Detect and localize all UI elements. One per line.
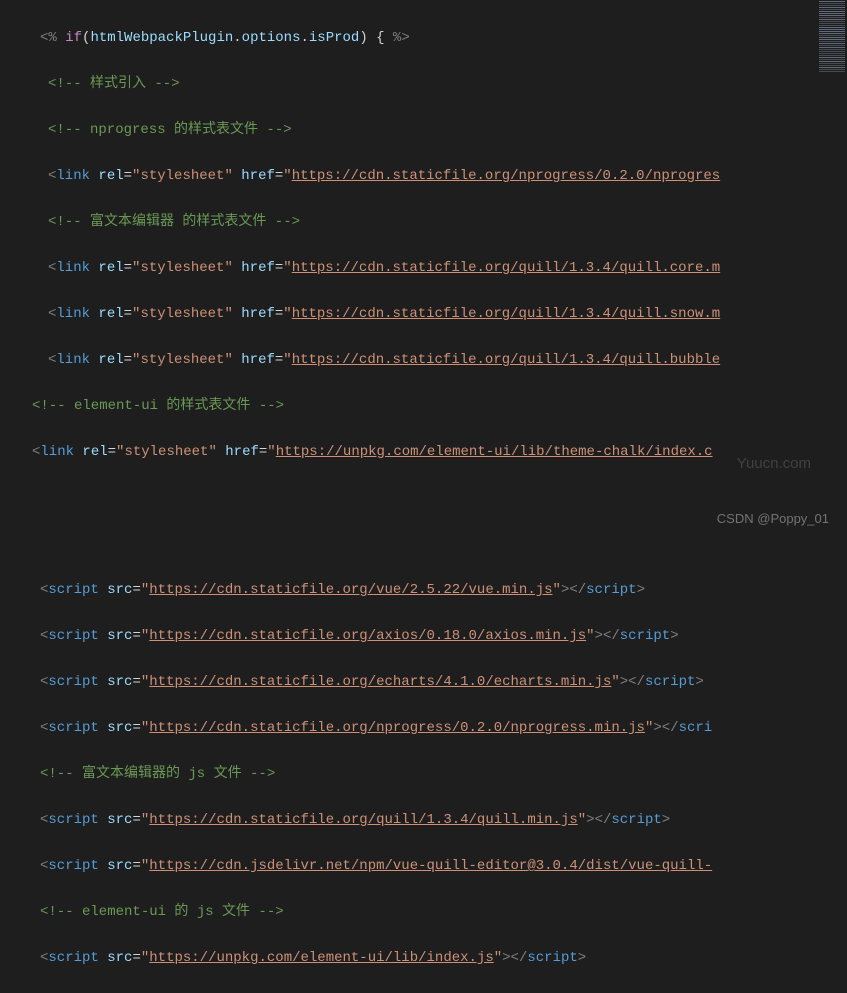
comment-line[interactable]: <!-- element-ui 的样式表文件 --> — [8, 395, 847, 418]
url-link[interactable]: https://cdn.staticfile.org/quill/1.3.4/q… — [292, 352, 720, 368]
url-link[interactable]: https://cdn.staticfile.org/echarts/4.1.0… — [149, 674, 611, 690]
url-link[interactable]: https://cdn.staticfile.org/quill/1.3.4/q… — [292, 306, 720, 322]
code-editor[interactable]: <% if(htmlWebpackPlugin.options.isProd) … — [0, 0, 847, 993]
code-line[interactable]: <script src="https://cdn.staticfile.org/… — [8, 671, 847, 694]
credit-text: CSDN @Poppy_01 — [717, 511, 829, 526]
url-link[interactable]: https://cdn.staticfile.org/quill/1.3.4/q… — [292, 260, 720, 276]
url-link[interactable]: https://cdn.staticfile.org/vue/2.5.22/vu… — [149, 582, 552, 598]
code-line[interactable]: <script src="https://cdn.staticfile.org/… — [8, 809, 847, 832]
comment-line[interactable]: <!-- element-ui 的 js 文件 --> — [8, 901, 847, 924]
tag-script: script — [48, 582, 98, 598]
url-link[interactable]: https://cdn.staticfile.org/nprogress/0.2… — [149, 720, 645, 736]
code-line[interactable]: <script src="https://unpkg.com/element-u… — [8, 947, 847, 970]
comment-line[interactable]: <!-- 富文本编辑器的 js 文件 --> — [8, 763, 847, 786]
tag-link: link — [56, 168, 90, 184]
code-line[interactable]: <link rel="stylesheet" href="https://unp… — [8, 441, 847, 464]
watermark-text: Yuucn.com — [737, 455, 811, 472]
code-line[interactable]: <link rel="stylesheet" href="https://cdn… — [8, 303, 847, 326]
code-line[interactable]: <script src="https://cdn.staticfile.org/… — [8, 625, 847, 648]
keyword-if: if — [57, 30, 82, 46]
code-line[interactable]: <link rel="stylesheet" href="https://cdn… — [8, 349, 847, 372]
url-link[interactable]: https://cdn.staticfile.org/nprogress/0.2… — [292, 168, 720, 184]
comment-line[interactable]: <!-- nprogress 的样式表文件 --> — [8, 119, 847, 142]
url-link[interactable]: https://cdn.staticfile.org/quill/1.3.4/q… — [149, 812, 577, 828]
code-line[interactable]: <script src="https://cdn.staticfile.org/… — [8, 717, 847, 740]
code-line[interactable]: <link rel="stylesheet" href="https://cdn… — [8, 165, 847, 188]
code-line[interactable]: <link rel="stylesheet" href="https://cdn… — [8, 257, 847, 280]
ejs-open: <% — [40, 30, 57, 46]
editor-minimap[interactable] — [817, 0, 847, 532]
url-link[interactable]: https://cdn.jsdelivr.net/npm/vue-quill-e… — [149, 858, 712, 874]
comment-line[interactable]: <!-- 富文本编辑器 的样式表文件 --> — [8, 211, 847, 234]
code-line[interactable]: <script src="https://cdn.staticfile.org/… — [8, 579, 847, 602]
code-line[interactable]: <% if(htmlWebpackPlugin.options.isProd) … — [8, 27, 847, 50]
url-link[interactable]: https://cdn.staticfile.org/axios/0.18.0/… — [149, 628, 586, 644]
url-link[interactable]: https://unpkg.com/element-ui/lib/index.j… — [149, 950, 493, 966]
ejs-close: %> — [393, 30, 410, 46]
code-line[interactable]: <script src="https://cdn.jsdelivr.net/np… — [8, 855, 847, 878]
comment-line[interactable]: <!-- 样式引入 --> — [8, 73, 847, 96]
url-link[interactable]: https://unpkg.com/element-ui/lib/theme-c… — [276, 444, 713, 460]
